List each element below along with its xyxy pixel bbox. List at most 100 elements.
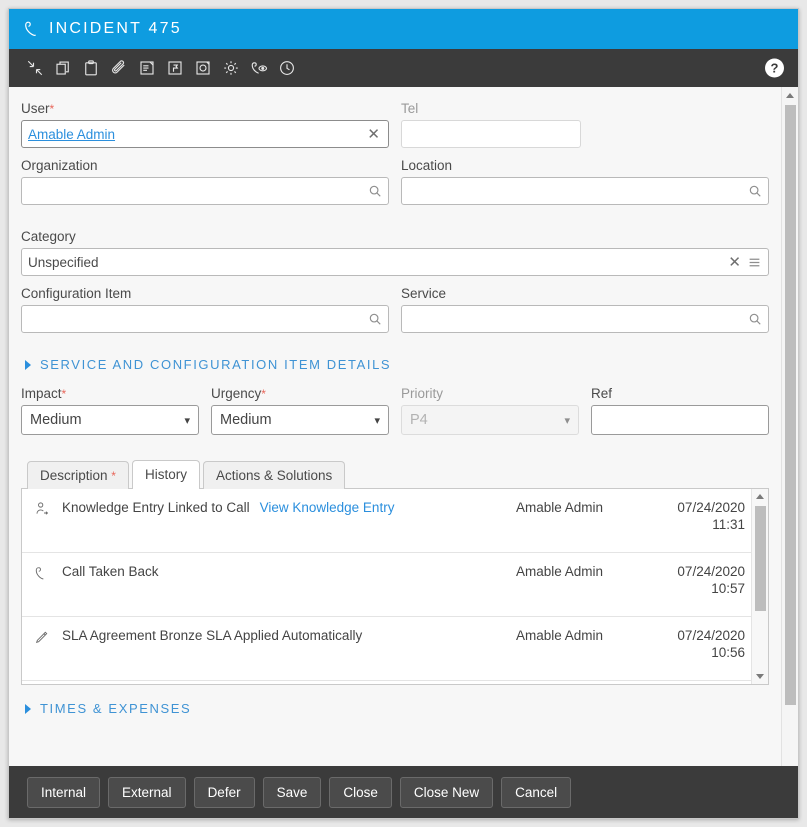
pen-icon [22,628,62,645]
service-input[interactable] [401,305,769,333]
user-label: User* [21,101,55,116]
field-service: Service [401,286,769,333]
impact-select[interactable]: Medium ▾ [21,405,199,435]
view-knowledge-entry-link[interactable]: View Knowledge Entry [260,500,395,515]
tab-description[interactable]: Description * [27,461,129,489]
history-date: 07/24/2020 [677,564,745,579]
urgency-value: Medium [220,412,272,428]
history-scrollbar[interactable] [751,489,768,684]
search-icon[interactable] [748,184,762,198]
required-marker: * [261,387,266,401]
history-datetime: 07/24/2020 10:56 [656,628,751,660]
history-user: Amable Admin [516,500,604,515]
collapse-icon[interactable] [21,54,49,82]
action-footer: Internal External Defer Save Close Close… [9,766,798,818]
scroll-up-icon[interactable] [752,489,768,504]
field-ref: Ref [591,386,769,435]
gear-icon[interactable] [217,54,245,82]
history-datetime: 07/24/2020 11:31 [656,500,751,532]
user-value-link[interactable]: Amable Admin [28,127,365,142]
ref-input[interactable] [591,405,769,435]
history-time: 10:56 [711,645,745,660]
clipboard-icon[interactable] [77,54,105,82]
required-marker: * [49,102,55,116]
history-label: SLA Agreement Bronze SLA Applied Automat… [62,628,363,643]
times-expenses-toggle[interactable]: TIMES & EXPENSES [25,701,769,716]
field-urgency: Urgency* Medium ▾ [211,386,389,435]
phone-eye-icon[interactable] [245,54,273,82]
search-icon[interactable] [368,312,382,326]
pin-board-icon[interactable] [161,54,189,82]
close-icon[interactable]: ✕ [726,255,743,270]
chevron-down-icon: ▾ [184,414,190,427]
chevron-down-icon: ▾ [564,414,570,427]
tel-input[interactable] [401,120,581,148]
person-assign-icon [22,500,62,517]
location-input[interactable] [401,177,769,205]
tab-actions-solutions[interactable]: Actions & Solutions [202,461,346,489]
scroll-down-icon[interactable] [752,669,768,684]
paperclip-icon[interactable] [105,54,133,82]
history-scrollbar-thumb[interactable] [755,506,766,611]
list-menu-icon[interactable] [747,256,762,269]
history-user: Amable Admin [516,628,604,643]
tel-label: Tel [401,101,419,116]
field-organization: Organization [21,158,389,205]
field-impact: Impact* Medium ▾ [21,386,199,435]
history-panel: Knowledge Entry Linked to Call View Knowl… [21,489,769,685]
clock-icon[interactable] [273,54,301,82]
copy-icon[interactable] [49,54,77,82]
user-input[interactable]: Amable Admin ✕ [21,120,389,148]
scroll-up-icon[interactable] [782,87,798,103]
service-ci-details-label: SERVICE AND CONFIGURATION ITEM DETAILS [40,357,392,372]
main-scrollbar-thumb[interactable] [785,105,796,705]
close-button[interactable]: Close [329,776,392,808]
history-rows: Knowledge Entry Linked to Call View Knowl… [22,489,751,684]
priority-select: P4 ▾ [401,405,579,435]
configuration-item-input[interactable] [21,305,389,333]
urgency-label: Urgency* [211,386,266,401]
history-date: 07/24/2020 [677,500,745,515]
priority-value: P4 [410,412,428,428]
screenshot-icon[interactable] [189,54,217,82]
field-user: User* Amable Admin ✕ [21,101,389,148]
row-ci-service: Configuration Item Service [21,286,769,343]
document-icon[interactable] [133,54,161,82]
tab-bar: Description * History Actions & Solution… [21,459,769,489]
row-org-location: Organization Location [21,158,769,215]
history-time: 10:57 [711,581,745,596]
field-category: Category Unspecified ✕ [21,229,769,276]
urgency-select[interactable]: Medium ▾ [211,405,389,435]
organization-label: Organization [21,158,98,173]
search-icon[interactable] [368,184,382,198]
window-title-bar: INCIDENT 475 [9,9,798,49]
table-row[interactable]: Call Taken Back Amable Admin 07/24/2020 … [22,553,751,617]
organization-input[interactable] [21,177,389,205]
tab-history[interactable]: History [131,460,200,489]
history-user: Amable Admin [516,564,604,579]
service-label: Service [401,286,447,301]
main-scrollbar[interactable] [781,87,798,787]
impact-value: Medium [30,412,82,428]
defer-button[interactable]: Defer [193,776,255,808]
internal-button[interactable]: Internal [27,776,101,808]
table-row[interactable]: Knowledge Entry Linked to Call View Knowl… [22,489,751,553]
row-impact-urgency-priority-ref: Impact* Medium ▾ Urgency* Medium ▾ Prior… [21,386,769,445]
form-scroll-area: User* Amable Admin ✕ Tel Organization Lo… [9,87,781,787]
category-input[interactable]: Unspecified ✕ [21,248,769,276]
close-icon[interactable]: ✕ [365,127,382,142]
triangle-right-icon [25,703,31,714]
triangle-right-icon [25,359,31,370]
close-new-button[interactable]: Close New [399,776,494,808]
help-button[interactable]: ? [765,58,784,78]
field-configuration-item: Configuration Item [21,286,389,333]
history-date: 07/24/2020 [677,628,745,643]
service-ci-details-toggle[interactable]: SERVICE AND CONFIGURATION ITEM DETAILS [25,357,769,372]
save-button[interactable]: Save [262,776,322,808]
category-value: Unspecified [28,254,99,270]
cancel-button[interactable]: Cancel [501,776,572,808]
external-button[interactable]: External [108,776,186,808]
search-icon[interactable] [748,312,762,326]
phone-handset-icon [22,564,62,581]
table-row[interactable]: SLA Agreement Bronze SLA Applied Automat… [22,617,751,681]
